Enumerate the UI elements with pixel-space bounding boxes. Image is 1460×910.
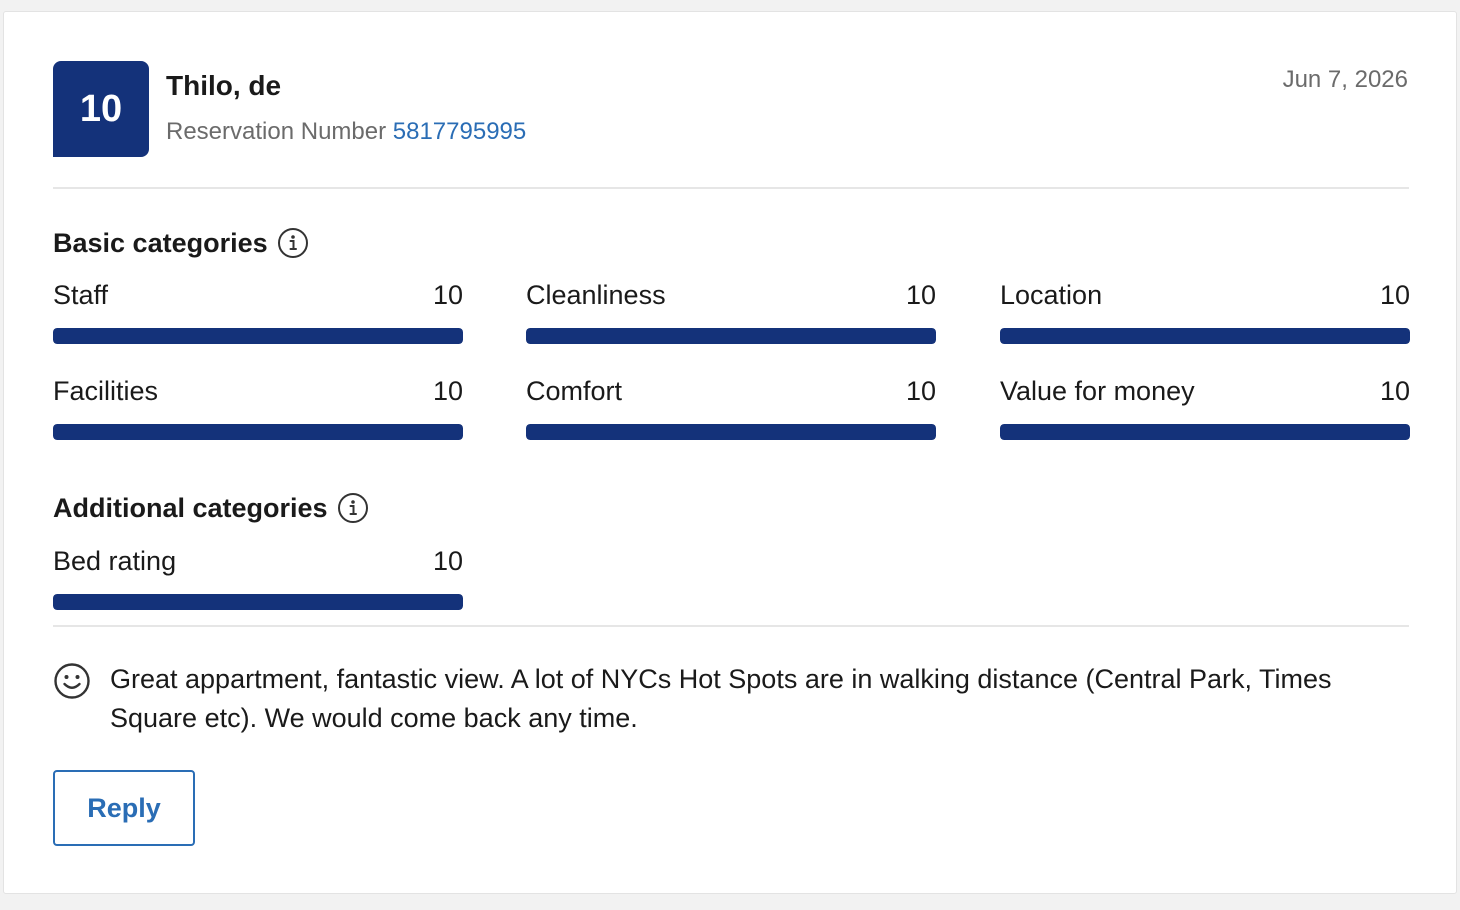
category-label: Staff bbox=[53, 280, 109, 310]
category-staff: Staff 10 bbox=[53, 280, 463, 344]
category-score: 10 bbox=[432, 280, 463, 310]
category-cleanliness: Cleanliness 10 bbox=[526, 280, 936, 344]
basic-categories-heading: Basic categories bbox=[53, 227, 309, 259]
comment-text: Great appartment, fantastic view. A lot … bbox=[110, 664, 1332, 733]
score-bar bbox=[526, 328, 936, 344]
category-location: Location 10 bbox=[1000, 280, 1410, 344]
category-value-for-money: Value for money 10 bbox=[1000, 376, 1410, 440]
score-bar-fill bbox=[526, 328, 936, 344]
category-score: 10 bbox=[1379, 376, 1410, 406]
review-card: 10 Thilo, de Reservation Number 58177959… bbox=[3, 11, 1457, 894]
additional-categories-title: Additional categories bbox=[53, 492, 328, 523]
category-label: Facilities bbox=[53, 376, 159, 406]
category-score: 10 bbox=[432, 546, 463, 576]
category-comfort: Comfort 10 bbox=[526, 376, 936, 440]
category-label: Bed rating bbox=[53, 546, 177, 576]
score-bar-fill bbox=[53, 328, 463, 344]
reviewer-name: Thilo, de bbox=[166, 70, 282, 101]
score-bar bbox=[53, 594, 463, 610]
category-score: 10 bbox=[905, 376, 936, 406]
category-bed-rating: Bed rating 10 bbox=[53, 546, 463, 610]
category-label: Value for money bbox=[1000, 376, 1195, 406]
score-bar-fill bbox=[1000, 328, 1410, 344]
category-label: Cleanliness bbox=[526, 280, 666, 310]
header-divider bbox=[53, 187, 1409, 189]
smiley-face-icon bbox=[53, 662, 91, 700]
score-bar bbox=[53, 328, 463, 344]
score-bar bbox=[53, 424, 463, 440]
basic-categories-title: Basic categories bbox=[53, 227, 268, 258]
category-facilities: Facilities 10 bbox=[53, 376, 463, 440]
reservation-info: Reservation Number 5817795995 bbox=[166, 118, 526, 146]
score-bar-fill bbox=[526, 424, 936, 440]
review-comment: Great appartment, fantastic view. A lot … bbox=[53, 660, 1383, 738]
score-bar-fill bbox=[1000, 424, 1410, 440]
reply-button[interactable]: Reply bbox=[53, 770, 195, 846]
score-bar-fill bbox=[53, 424, 463, 440]
score-bar bbox=[1000, 328, 1410, 344]
score-bar-fill bbox=[53, 594, 463, 610]
category-label: Comfort bbox=[526, 376, 623, 406]
score-bar bbox=[1000, 424, 1410, 440]
category-score: 10 bbox=[1379, 280, 1410, 310]
comment-divider bbox=[53, 625, 1409, 627]
reservation-label: Reservation Number bbox=[166, 118, 387, 145]
score-badge: 10 bbox=[53, 61, 149, 157]
category-score: 10 bbox=[905, 280, 936, 310]
review-date: Jun 7, 2026 bbox=[1282, 66, 1408, 93]
additional-categories-heading: Additional categories bbox=[53, 492, 369, 524]
category-label: Location bbox=[1000, 280, 1103, 310]
info-icon[interactable] bbox=[337, 492, 369, 524]
reservation-number-link[interactable]: 5817795995 bbox=[393, 118, 526, 145]
score-bar bbox=[526, 424, 936, 440]
category-score: 10 bbox=[432, 376, 463, 406]
info-icon[interactable] bbox=[277, 227, 309, 259]
score-value: 10 bbox=[79, 87, 123, 130]
